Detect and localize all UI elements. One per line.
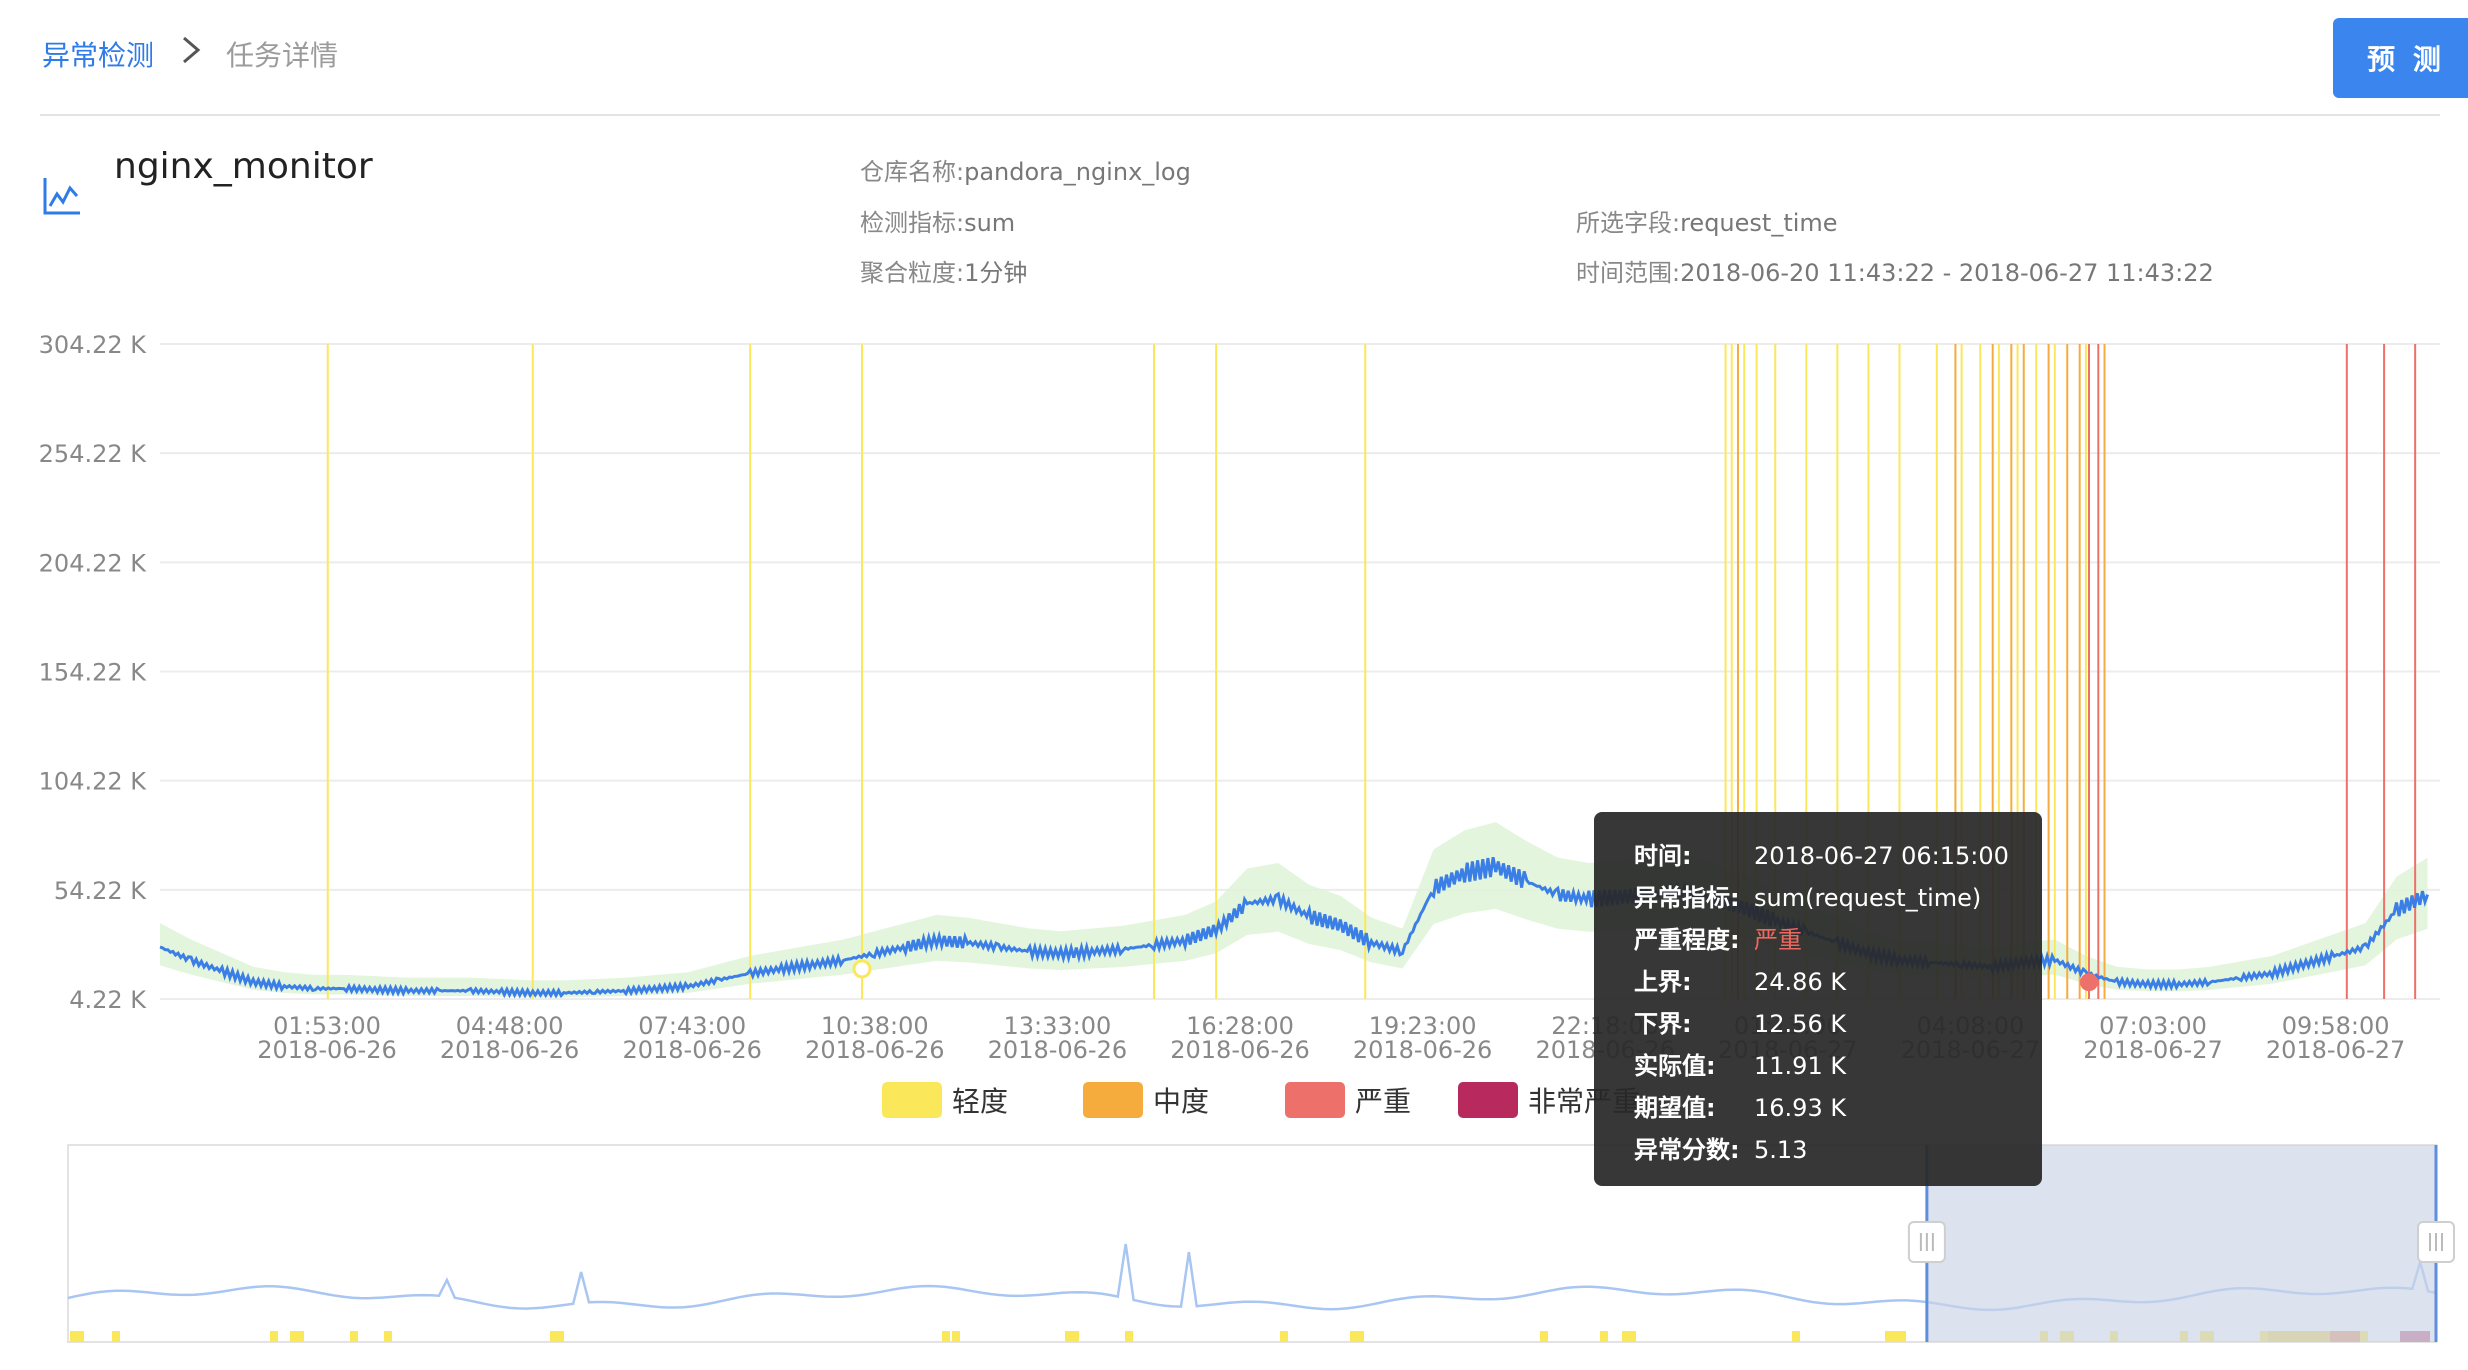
tooltip-lower-label: 下界: xyxy=(1634,1010,1692,1038)
tooltip-expected: 期望值: 16.93 K xyxy=(1634,1088,1846,1123)
x-tick-date: 2018-06-27 xyxy=(2266,1036,2405,1064)
tooltip-time: 时间: 2018-06-27 06:15:00 xyxy=(1634,836,2009,871)
tooltip-score-label: 异常分数: xyxy=(1634,1136,1740,1164)
navigator-anomaly-mark xyxy=(1622,1331,1636,1342)
navigator-anomaly-mark xyxy=(952,1331,960,1342)
meta-range-label: 时间范围: xyxy=(1576,259,1681,287)
predict-button[interactable]: 预 测 xyxy=(2333,18,2468,98)
navigator-anomaly-mark xyxy=(1898,1331,1906,1342)
tooltip-score: 异常分数: 5.13 xyxy=(1634,1130,1807,1165)
legend-label-severe: 严重 xyxy=(1355,1085,1412,1118)
meta-metric-label: 检测指标: xyxy=(860,209,965,237)
top-bar: 异常检测 任务详情 预 测 xyxy=(40,0,2468,116)
tooltip-metric-value: sum(request_time) xyxy=(1754,884,1982,912)
navigator-anomaly-mark xyxy=(550,1331,564,1342)
tooltip-actual-value: 11.91 K xyxy=(1754,1052,1847,1080)
x-tick-date: 2018-06-26 xyxy=(440,1036,579,1064)
legend-item-moderate[interactable]: 中度 xyxy=(1083,1080,1209,1120)
x-tick-date: 2018-06-26 xyxy=(988,1036,1127,1064)
legend-item-mild[interactable]: 轻度 xyxy=(882,1080,1008,1120)
meta-granularity: 聚合粒度:1分钟 xyxy=(860,253,1027,288)
tooltip-severity-value: 严重 xyxy=(1754,926,1802,954)
navigator-anomaly-mark xyxy=(1065,1331,1079,1342)
meta-range-value: 2018-06-20 11:43:22 - 2018-06-27 11:43:2… xyxy=(1680,259,2214,287)
y-tick-label: 104.22 K xyxy=(39,768,148,796)
meta-range: 时间范围:2018-06-20 11:43:22 - 2018-06-27 11… xyxy=(1576,253,2214,288)
meta-repo: 仓库名称:pandora_nginx_log xyxy=(860,152,1191,187)
legend-label-moderate: 中度 xyxy=(1153,1085,1210,1118)
x-tick-date: 2018-06-26 xyxy=(805,1036,944,1064)
tooltip-lower-value: 12.56 K xyxy=(1754,1010,1847,1038)
navigator-anomaly-mark xyxy=(1540,1331,1548,1342)
y-tick-label: 54.22 K xyxy=(54,877,147,905)
legend-label-mild: 轻度 xyxy=(952,1085,1009,1118)
tooltip-lower: 下界: 12.56 K xyxy=(1634,1004,1846,1039)
tooltip-metric: 异常指标: sum(request_time) xyxy=(1634,878,1981,913)
meta-repo-label: 仓库名称: xyxy=(860,158,965,186)
tooltip-score-value: 5.13 xyxy=(1754,1136,1808,1164)
navigator-anomaly-mark xyxy=(1280,1331,1288,1342)
tooltip-severity-label: 严重程度: xyxy=(1634,926,1740,954)
time-range-navigator[interactable] xyxy=(0,1140,2468,1360)
y-tick-label: 4.22 K xyxy=(69,986,147,1014)
navigator-anomaly-mark xyxy=(290,1331,304,1342)
tooltip-upper: 上界: 24.86 K xyxy=(1634,962,1846,997)
y-tick-label: 204.22 K xyxy=(39,549,148,577)
navigator-anomaly-mark xyxy=(1125,1331,1133,1342)
breadcrumb-current: 任务详情 xyxy=(226,39,339,72)
meta-field-label: 所选字段: xyxy=(1576,209,1681,237)
anomaly-point-severe xyxy=(2079,973,2098,992)
legend-swatch-critical xyxy=(1458,1082,1518,1118)
breadcrumb-home-link[interactable]: 异常检测 xyxy=(42,34,154,74)
meta-field: 所选字段:request_time xyxy=(1576,203,1838,238)
tooltip-expected-value: 16.93 K xyxy=(1754,1094,1847,1122)
x-tick-date: 2018-06-26 xyxy=(257,1036,396,1064)
meta-metric: 检测指标:sum xyxy=(860,203,1015,238)
y-tick-label: 154.22 K xyxy=(39,659,148,687)
legend-swatch-mild xyxy=(882,1082,942,1118)
tooltip-actual-label: 实际值: xyxy=(1634,1052,1716,1080)
task-title: nginx_monitor xyxy=(114,146,373,187)
anomaly-tooltip: 时间: 2018-06-27 06:15:00 异常指标: sum(request_… xyxy=(1594,812,2042,1186)
meta-field-value: request_time xyxy=(1680,209,1838,237)
tooltip-metric-label: 异常指标: xyxy=(1634,884,1740,912)
x-tick-date: 2018-06-27 xyxy=(2083,1036,2222,1064)
navigator-anomaly-mark xyxy=(350,1331,358,1342)
navigator-anomaly-mark xyxy=(384,1331,392,1342)
tooltip-severity: 严重程度: 严重 xyxy=(1634,920,1802,955)
chevron-right-icon xyxy=(183,36,201,64)
navigator-anomaly-mark xyxy=(1350,1331,1364,1342)
anomaly-line-chart[interactable]: 304.22 K 254.22 K 204.22 K 154.22 K 104.22 K… xyxy=(0,300,2468,1080)
legend-swatch-moderate xyxy=(1083,1082,1143,1118)
tooltip-upper-value: 24.86 K xyxy=(1754,968,1847,996)
tooltip-upper-label: 上界: xyxy=(1634,968,1692,996)
meta-granularity-value: 1分钟 xyxy=(964,259,1028,287)
legend-swatch-severe xyxy=(1285,1082,1345,1118)
legend-item-severe[interactable]: 严重 xyxy=(1285,1080,1411,1120)
navigator-anomaly-mark xyxy=(70,1331,84,1342)
line-chart-icon xyxy=(43,178,80,215)
x-tick-date: 2018-06-26 xyxy=(1170,1036,1309,1064)
tooltip-time-value: 2018-06-27 06:15:00 xyxy=(1754,842,2009,870)
y-tick-label: 304.22 K xyxy=(39,331,148,359)
navigator-anomaly-mark xyxy=(1600,1331,1608,1342)
meta-repo-value: pandora_nginx_log xyxy=(964,158,1191,186)
navigator-anomaly-mark xyxy=(270,1331,278,1342)
expected-band xyxy=(160,822,2428,998)
tooltip-time-label: 时间: xyxy=(1634,842,1692,870)
anomaly-point-mild xyxy=(852,959,872,979)
navigator-anomaly-mark xyxy=(1792,1331,1800,1342)
y-tick-label: 254.22 K xyxy=(39,440,148,468)
x-tick-date: 2018-06-26 xyxy=(1353,1036,1492,1064)
meta-metric-value: sum xyxy=(964,209,1016,237)
tooltip-expected-label: 期望值: xyxy=(1634,1094,1716,1122)
x-tick-date: 2018-06-26 xyxy=(622,1036,761,1064)
navigator-anomaly-mark xyxy=(942,1331,950,1342)
meta-granularity-label: 聚合粒度: xyxy=(860,259,965,287)
navigator-anomaly-mark xyxy=(112,1331,120,1342)
tooltip-actual: 实际值: 11.91 K xyxy=(1634,1046,1846,1081)
